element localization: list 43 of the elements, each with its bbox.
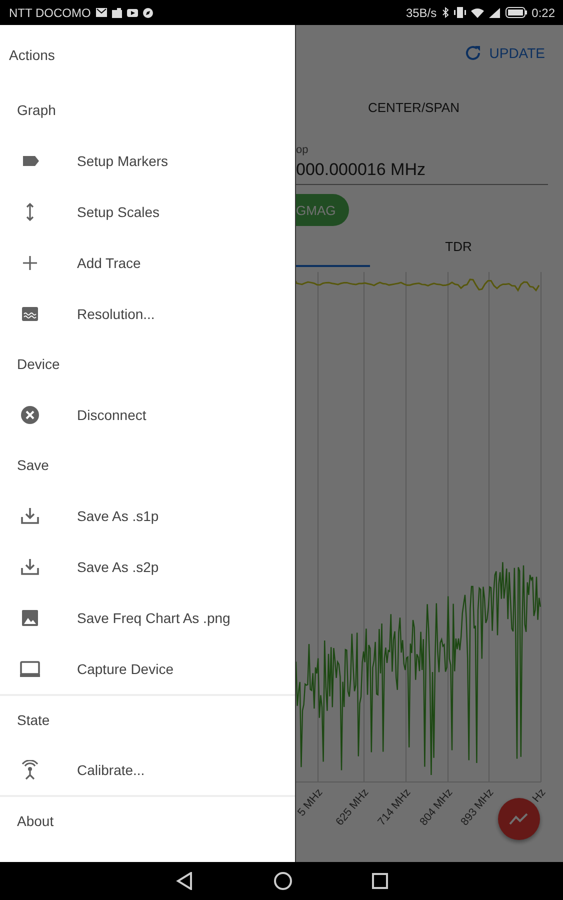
trend-icon	[509, 812, 529, 826]
drawer-title: Actions	[8, 46, 56, 65]
recents-button[interactable]	[370, 872, 388, 890]
wifi-icon	[470, 8, 484, 18]
section-header: Graph	[16, 101, 57, 120]
clock-time: 0:22	[532, 6, 555, 20]
menu-item[interactable]: Calibrate...	[0, 744, 295, 795]
menu-item[interactable]: Capture Device	[0, 643, 295, 694]
back-button[interactable]	[174, 872, 194, 890]
section-header: State	[0, 694, 295, 744]
network-speed: 35B/s	[406, 6, 437, 20]
vibrate-icon	[454, 7, 466, 18]
axis-label: Hz	[530, 786, 548, 805]
mail-icon	[96, 8, 107, 17]
mode-tab[interactable]: CENTER/SPAN	[368, 100, 460, 115]
frequency-field[interactable]: op 000.000016 MHz	[296, 135, 548, 185]
battery-icon	[504, 7, 527, 18]
menu-item[interactable]: Resolution...	[0, 288, 295, 339]
menu-item[interactable]: Disconnect	[0, 389, 295, 440]
carrier-name: NTT DOCOMO	[9, 6, 91, 20]
image-icon	[20, 608, 40, 628]
section-header: Device	[16, 355, 61, 374]
cancel-icon	[20, 404, 40, 424]
app-icon	[112, 8, 122, 18]
refresh-icon	[464, 44, 482, 62]
view-tab[interactable]: TDR	[370, 235, 547, 267]
menu-item[interactable]: Save As .s1p	[0, 490, 295, 541]
compass-icon	[142, 8, 153, 18]
home-button[interactable]	[272, 871, 292, 891]
section-header: Save	[16, 456, 50, 475]
menu-item[interactable]: Setup Scales	[0, 186, 295, 237]
section-header: About	[0, 795, 295, 845]
download-icon	[20, 556, 40, 576]
menu-item[interactable]: Setup Markers	[0, 135, 295, 186]
video-icon	[126, 8, 138, 16]
download-icon	[20, 506, 40, 526]
menu-item[interactable]: Save As .s2p	[0, 541, 295, 592]
menu-item[interactable]: Save Freq Chart As .png	[0, 592, 295, 643]
laptop-icon	[20, 658, 40, 678]
bluetooth-icon	[442, 7, 449, 18]
signal-icon	[488, 8, 500, 18]
antenna-icon	[20, 760, 40, 780]
menu-item[interactable]: Add Trace	[0, 237, 295, 288]
